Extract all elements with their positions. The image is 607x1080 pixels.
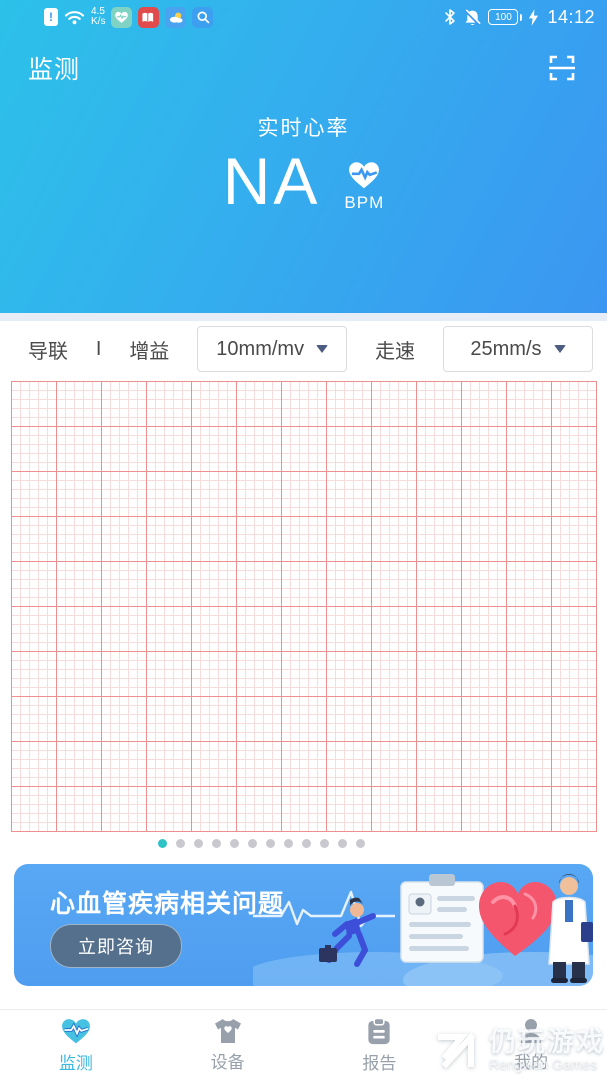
heart-app-icon [111, 7, 132, 28]
pagination-dot[interactable] [302, 839, 311, 848]
banner-illustration [253, 864, 593, 986]
nav-label-mine-report: 报告 [362, 1049, 396, 1074]
pagination-dot[interactable] [266, 839, 275, 848]
pagination-dot[interactable] [284, 839, 293, 848]
pagination-dot[interactable] [176, 839, 185, 848]
book-app-icon [138, 7, 159, 28]
lead-value: I [96, 338, 102, 361]
nav-label-device: 设备 [211, 1048, 245, 1073]
pagination-dot[interactable] [248, 839, 257, 848]
nav-item-monitor[interactable]: 监测 [0, 1010, 152, 1080]
banner-title: 心血管疾病相关问题 [50, 884, 284, 920]
heart-rate-unit: BPM [344, 193, 384, 213]
consult-banner[interactable]: 心血管疾病相关问题 立即咨询 [14, 864, 593, 986]
pagination-dot[interactable] [212, 839, 221, 848]
person-icon [517, 1017, 545, 1045]
shirt-device-icon [212, 1017, 244, 1045]
bottom-nav: 监测 设备 报告 我的 [0, 1009, 607, 1080]
sim-alert-icon: ! [44, 8, 58, 26]
ecg-chart-grid[interactable] [11, 381, 597, 832]
realtime-heart-rate-label: 实时心率 [0, 112, 607, 142]
nav-label-monitor: 监测 [59, 1049, 93, 1074]
gain-select[interactable]: 10mm/mv [197, 326, 347, 372]
section-divider [0, 313, 607, 321]
network-speed: 4.5 K/s [91, 7, 105, 27]
nav-label-mine: 我的 [514, 1048, 548, 1073]
search-app-icon [192, 7, 213, 28]
page-title: 监测 [28, 50, 80, 86]
pagination-dot[interactable] [194, 839, 203, 848]
fullscreen-scan-icon[interactable] [547, 53, 577, 83]
battery-icon: 100 [488, 9, 522, 25]
pagination-dot[interactable] [158, 839, 167, 848]
chevron-down-icon [554, 345, 566, 353]
speed-select-value: 25mm/s [470, 338, 541, 361]
nav-item-report[interactable]: 报告 [304, 1010, 456, 1080]
charging-icon [528, 9, 539, 26]
chevron-down-icon [316, 345, 328, 353]
speed-label: 走速 [375, 335, 415, 364]
pagination-dots [0, 839, 565, 848]
pagination-dot[interactable] [230, 839, 239, 848]
gain-label: 增益 [129, 335, 169, 364]
nav-item-mine[interactable]: 我的 [455, 1010, 607, 1080]
heart-rate-value: NA [223, 148, 321, 214]
hero-header: ! 4.5 K/s [0, 0, 607, 313]
heart-pulse-icon [346, 160, 382, 191]
wifi-icon [64, 9, 85, 25]
status-bar: ! 4.5 K/s [0, 0, 607, 30]
consult-now-button[interactable]: 立即咨询 [50, 924, 182, 968]
speed-select[interactable]: 25mm/s [443, 326, 593, 372]
pagination-dot[interactable] [356, 839, 365, 848]
weather-app-icon [165, 7, 186, 28]
nav-item-device[interactable]: 设备 [152, 1010, 304, 1080]
lead-label: 导联 [28, 335, 68, 364]
clipboard-icon [365, 1017, 393, 1046]
clock-time: 14:12 [547, 7, 595, 28]
heart-pulse-icon [59, 1017, 93, 1046]
bluetooth-icon [443, 8, 457, 26]
gain-select-value: 10mm/mv [216, 338, 304, 361]
pagination-dot[interactable] [338, 839, 347, 848]
pagination-dot[interactable] [320, 839, 329, 848]
ecg-controls-row: 导联 I 增益 10mm/mv 走速 25mm/s [0, 321, 607, 377]
notifications-muted-icon [463, 8, 482, 27]
